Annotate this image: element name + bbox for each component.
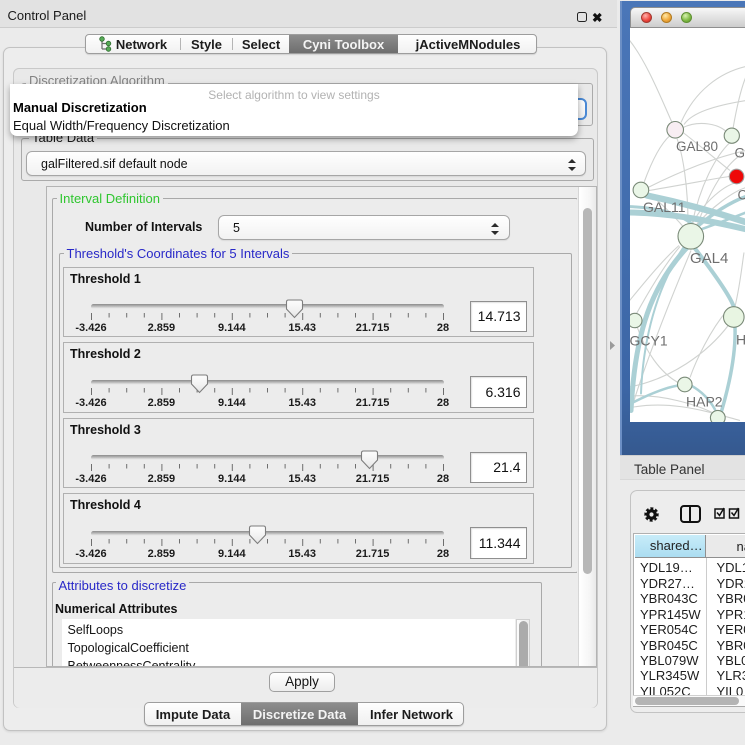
svg-text:HAP2: HAP2 — [686, 393, 723, 409]
svg-text:GAL11: GAL11 — [643, 199, 686, 215]
svg-text:GAL80: GAL80 — [676, 139, 718, 154]
svg-text:H: H — [736, 331, 745, 347]
svg-text:GA: GA — [735, 145, 745, 160]
svg-text:GCY1: GCY1 — [630, 332, 668, 348]
svg-text:GAL4: GAL4 — [690, 250, 728, 267]
svg-text:C: C — [738, 187, 745, 202]
